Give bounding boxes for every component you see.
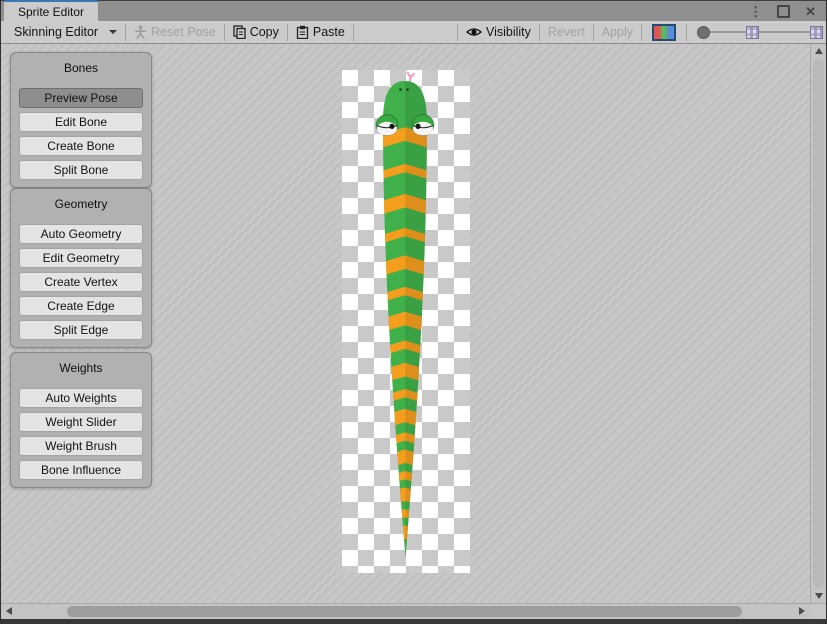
visibility-button[interactable]: Visibility [458,21,539,43]
close-icon[interactable]: ✕ [805,5,816,18]
scrollbar-corner [810,603,826,619]
mip-texture-icon[interactable] [746,26,759,39]
skinning-viewport[interactable]: Bones Preview Pose Edit Bone Create Bone Spl… [1,44,810,603]
scroll-right-arrow-icon[interactable] [799,607,805,615]
auto-geometry-button[interactable]: Auto Geometry [19,224,143,244]
sprite-canvas[interactable] [342,70,470,573]
copy-button[interactable]: Copy [225,21,287,43]
weight-brush-button[interactable]: Weight Brush [19,436,143,456]
toolbar: Skinning Editor Reset Pose Copy [1,21,826,44]
slider-track[interactable] [710,31,746,33]
window-bottom-edge [0,619,827,624]
kebab-menu-icon[interactable]: ⋮ [749,5,762,18]
toolbar-right-cluster: Visibility Revert Apply [457,21,826,43]
scroll-up-arrow-icon[interactable] [815,48,823,54]
tab-strip: Sprite Editor ⋮ ✕ [1,0,826,21]
create-bone-button[interactable]: Create Bone [19,136,143,156]
vertical-scrollbar-thumb[interactable] [813,59,824,588]
panel-geometry: Geometry Auto Geometry Edit Geometry Create… [10,188,152,348]
paste-clipboard-icon [296,25,309,39]
preview-pose-button[interactable]: Preview Pose [19,88,143,108]
split-bone-button[interactable]: Split Bone [19,160,143,180]
panel-bones: Bones Preview Pose Edit Bone Create Bone Spl… [10,52,152,188]
tab-title: Sprite Editor [18,5,84,19]
bone-influence-button[interactable]: Bone Influence [19,460,143,480]
reset-pose-figure-icon [134,25,147,39]
main-area: Bones Preview Pose Edit Bone Create Bone Spl… [1,44,826,619]
skinning-editor-dropdown[interactable]: Skinning Editor [6,21,125,43]
apply-button[interactable]: Apply [594,21,641,43]
toolbar-separator [686,24,687,41]
toolbar-separator [353,24,354,41]
eye-icon [466,26,482,38]
panel-weights: Weights Auto Weights Weight Slider Weight B… [10,352,152,488]
sprite-editor-window: Sprite Editor ⋮ ✕ Skinning Editor Reset … [0,0,827,624]
revert-button[interactable]: Revert [540,21,593,43]
reset-pose-button[interactable]: Reset Pose [126,21,224,43]
weight-slider-button[interactable]: Weight Slider [19,412,143,432]
edit-geometry-button[interactable]: Edit Geometry [19,248,143,268]
maximize-icon[interactable] [777,5,790,18]
toolbar-separator [641,24,642,41]
vertical-scrollbar[interactable] [810,44,826,603]
scroll-left-arrow-icon[interactable] [6,607,12,615]
horizontal-scrollbar[interactable] [1,603,810,619]
panel-title: Weights [19,359,143,384]
create-edge-button[interactable]: Create Edge [19,296,143,316]
slider-knob[interactable] [697,26,710,39]
copy-pages-icon [233,25,246,39]
window-controls: ⋮ ✕ [749,1,826,21]
panel-title: Bones [19,59,143,84]
panel-title: Geometry [19,195,143,220]
edit-bone-button[interactable]: Edit Bone [19,112,143,132]
horizontal-scrollbar-thumb[interactable] [67,606,742,617]
chevron-down-icon [109,30,117,34]
scroll-down-arrow-icon[interactable] [815,593,823,599]
split-edge-button[interactable]: Split Edge [19,320,143,340]
snake-sprite [342,70,470,573]
tab-sprite-editor[interactable]: Sprite Editor [4,0,98,21]
create-vertex-button[interactable]: Create Vertex [19,272,143,292]
paste-button[interactable]: Paste [288,21,353,43]
slider-track[interactable] [759,31,810,33]
rgb-channels-icon[interactable] [652,24,676,41]
auto-weights-button[interactable]: Auto Weights [19,388,143,408]
mip-level-slider [697,26,823,39]
mip-texture-icon[interactable] [810,26,823,39]
